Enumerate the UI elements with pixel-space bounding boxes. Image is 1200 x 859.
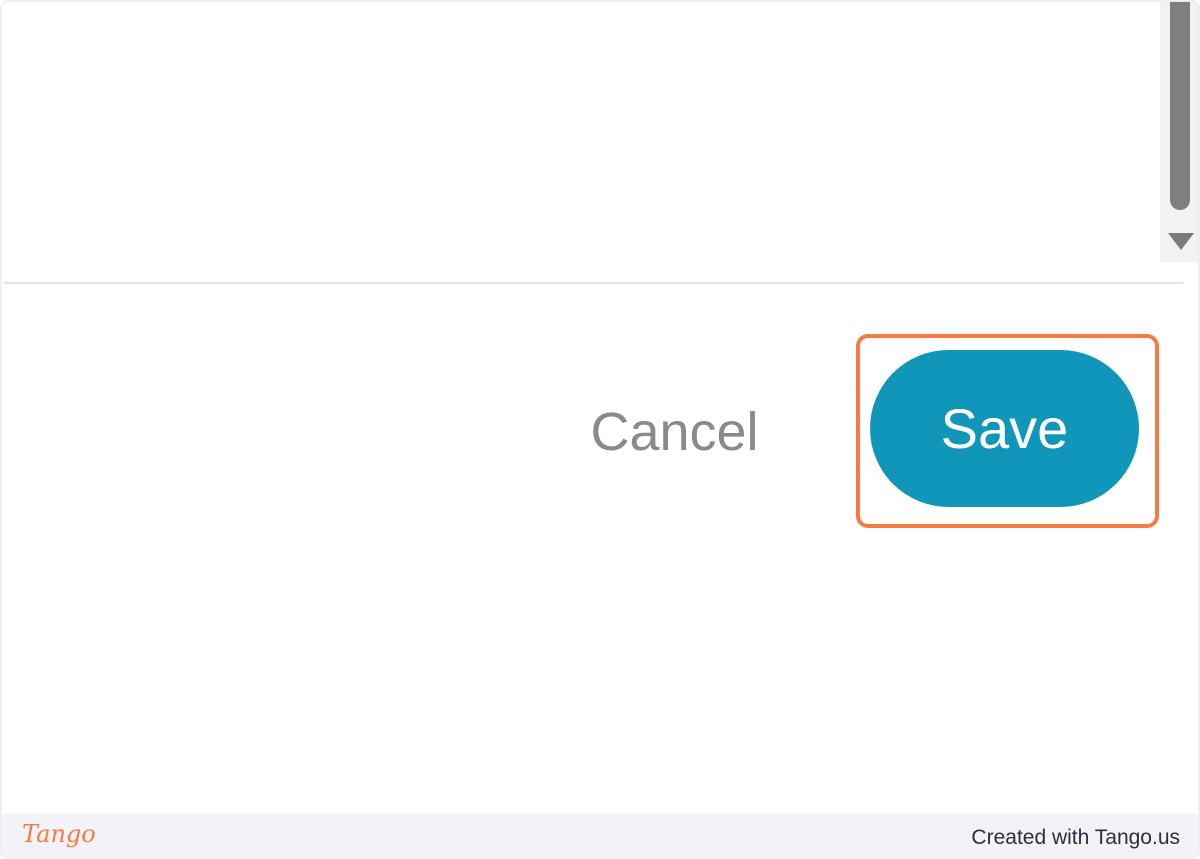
- scrollable-content-area: [4, 2, 1160, 262]
- cancel-button[interactable]: Cancel: [572, 392, 777, 472]
- vertical-scrollbar[interactable]: [1160, 2, 1198, 262]
- scrollbar-thumb[interactable]: [1170, 2, 1190, 210]
- scroll-down-arrow-icon[interactable]: [1168, 233, 1194, 250]
- tango-logo: Tango: [22, 820, 96, 848]
- footer-divider: [4, 282, 1183, 284]
- screenshot-frame: Cancel Save Tango Created with Tango.us: [0, 0, 1200, 859]
- step-highlight-box: [856, 334, 1159, 528]
- tango-footer: Tango Created with Tango.us: [2, 814, 1198, 857]
- footer-credit-text: Created with Tango.us: [971, 826, 1180, 849]
